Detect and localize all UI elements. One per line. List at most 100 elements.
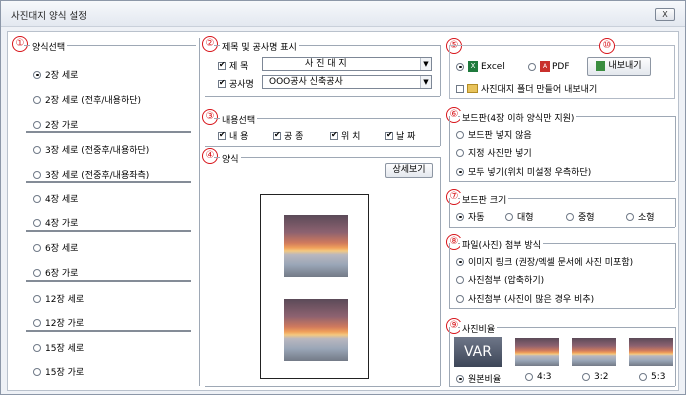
- title-group-title: 제목 및 공사명 표시: [220, 40, 299, 53]
- ratio-option-4-3[interactable]: 4:3: [525, 372, 551, 382]
- layout-option-6-horizontal[interactable]: 6장 가로: [33, 266, 78, 279]
- content-check-location[interactable]: 위 치: [330, 129, 360, 142]
- radio-selected-icon: [456, 62, 464, 71]
- preview-photo-top: [284, 215, 348, 277]
- radio-selected-icon: [33, 70, 41, 79]
- board-option-selected-only[interactable]: 지정 사진만 넣기: [456, 146, 532, 159]
- export-pdf-option[interactable]: A PDF: [528, 61, 570, 72]
- board-size-auto[interactable]: 자동: [456, 210, 485, 223]
- radio-icon: [33, 343, 41, 352]
- checkbox-checked-icon: [218, 60, 226, 70]
- project-checkbox[interactable]: 공사명: [218, 77, 254, 90]
- content-check-work-type[interactable]: 공 종: [273, 129, 303, 142]
- close-button[interactable]: X: [655, 8, 675, 21]
- radio-selected-icon: [456, 167, 464, 176]
- layout-group-title: 양식선택: [30, 40, 68, 53]
- separator: [26, 181, 191, 183]
- radio-icon: [456, 294, 464, 303]
- board-size-medium[interactable]: 중형: [566, 210, 595, 223]
- project-input[interactable]: OOO공사 신축공사 ▼: [262, 75, 432, 89]
- layout-option-4-horizontal[interactable]: 4장 가로: [33, 216, 78, 229]
- separator: [26, 280, 191, 282]
- layout-option-4-vertical[interactable]: 4장 세로: [33, 192, 78, 205]
- radio-icon: [456, 275, 464, 284]
- dialog-body: ① 양식선택 2장 세로 2장 세로 (전후/내용하단) 2장 가로 3장 세로…: [7, 31, 679, 391]
- title-checkbox[interactable]: 제 목: [218, 59, 248, 72]
- board-option-none[interactable]: 보드판 넣지 않음: [456, 128, 532, 141]
- separator: [26, 330, 191, 332]
- preview-photo-bottom: [284, 299, 348, 361]
- layout-option-2-horizontal[interactable]: 2장 가로: [33, 118, 78, 131]
- checkbox-checked-icon: [273, 130, 281, 140]
- board-group-title: 보드판(4장 이하 양식만 지원): [460, 111, 577, 124]
- ratio-option-original[interactable]: 원본비율: [456, 372, 501, 385]
- badge-1: ①: [12, 36, 28, 52]
- layout-option-6-vertical[interactable]: 6장 세로: [33, 241, 78, 254]
- radio-icon: [33, 243, 41, 252]
- radio-icon: [528, 62, 536, 71]
- ratio-3-2-thumb: [572, 338, 616, 366]
- radio-icon: [33, 294, 41, 303]
- radio-icon: [33, 367, 41, 376]
- create-folder-checkbox[interactable]: 사진대지 폴더 만들어 내보내기: [456, 82, 597, 95]
- radio-icon: [33, 318, 41, 327]
- content-group-title: 내용선택: [220, 113, 258, 126]
- attach-group-title: 파일(사진) 첨부 방식: [460, 238, 543, 251]
- radio-icon: [456, 130, 464, 139]
- radio-icon: [626, 212, 634, 221]
- radio-icon: [566, 212, 574, 221]
- radio-icon: [639, 373, 647, 381]
- radio-icon: [33, 194, 41, 203]
- radio-selected-icon: [456, 212, 464, 221]
- detail-view-button[interactable]: 상세보기: [385, 163, 433, 178]
- photo-sheet-settings-window: 사진대지 양식 설정 X ① 양식선택 2장 세로 2장 세로 (전후/내용하단…: [0, 0, 686, 395]
- folder-icon: [467, 84, 478, 93]
- layout-option-3-vertical-bottom[interactable]: 3장 세로 (전중후/내용하단): [33, 143, 149, 156]
- attach-option-embed[interactable]: 사진첨부 (사진이 많은 경우 비추): [456, 292, 594, 305]
- radio-selected-icon: [456, 257, 464, 266]
- ratio-option-3-2[interactable]: 3:2: [582, 372, 608, 382]
- content-check-content[interactable]: 내 용: [218, 129, 248, 142]
- preview-group-title: 양식: [220, 152, 241, 165]
- chevron-down-icon[interactable]: ▼: [420, 76, 431, 88]
- separator: [26, 230, 191, 232]
- attach-option-link[interactable]: 이미지 링크 (권장/엑셀 문서에 사진 미포함): [456, 255, 633, 268]
- radio-icon: [33, 218, 41, 227]
- layout-option-15-vertical[interactable]: 15장 세로: [33, 341, 84, 354]
- radio-icon: [33, 268, 41, 277]
- chevron-down-icon[interactable]: ▼: [420, 58, 431, 70]
- badge-4: ④: [202, 148, 218, 164]
- radio-icon: [582, 373, 590, 381]
- layout-option-15-horizontal[interactable]: 15장 가로: [33, 365, 84, 378]
- export-excel-option[interactable]: X Excel: [456, 61, 505, 72]
- layout-option-2-vertical-bottom[interactable]: 2장 세로 (전후/내용하단): [33, 93, 141, 106]
- pdf-icon: A: [540, 61, 550, 72]
- content-check-date[interactable]: 날 짜: [385, 129, 415, 142]
- ratio-5-3-thumb: [629, 338, 673, 366]
- layout-option-2-vertical[interactable]: 2장 세로: [33, 68, 78, 81]
- checkbox-checked-icon: [218, 78, 226, 88]
- checkbox-checked-icon: [330, 130, 338, 140]
- board-size-large[interactable]: 대형: [505, 210, 534, 223]
- layout-option-12-horizontal[interactable]: 12장 가로: [33, 316, 84, 329]
- board-size-group-title: 보드판 크기: [460, 193, 509, 206]
- board-size-small[interactable]: 소형: [626, 210, 655, 223]
- attach-option-compress[interactable]: 사진첨부 (압축하기): [456, 273, 544, 286]
- radio-icon: [33, 170, 41, 179]
- board-option-all[interactable]: 모두 넣기(위치 미설정 우측하단): [456, 165, 591, 178]
- layout-option-3-vertical-left[interactable]: 3장 세로 (전중후/내용좌측): [33, 168, 149, 181]
- radio-icon: [33, 95, 41, 104]
- radio-icon: [33, 120, 41, 129]
- checkbox-icon: [456, 84, 464, 93]
- radio-icon: [505, 212, 513, 221]
- layout-preview-page: [260, 194, 369, 379]
- title-input[interactable]: 사 진 대 지 ▼: [262, 57, 432, 71]
- checkbox-checked-icon: [385, 130, 393, 140]
- export-button[interactable]: 내보내기: [587, 57, 651, 76]
- radio-icon: [525, 373, 533, 381]
- checkbox-checked-icon: [218, 130, 226, 140]
- ratio-group-title: 사진비율: [460, 322, 498, 335]
- layout-option-12-vertical[interactable]: 12장 세로: [33, 292, 84, 305]
- ratio-option-5-3[interactable]: 5:3: [639, 372, 665, 382]
- radio-icon: [456, 148, 464, 157]
